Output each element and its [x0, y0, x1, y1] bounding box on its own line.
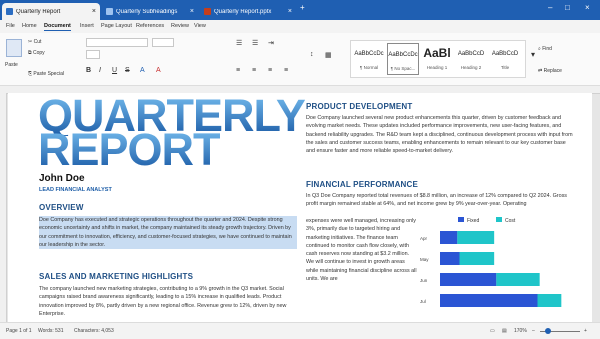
slides-doc-icon — [204, 8, 211, 15]
bold-button[interactable]: B — [86, 67, 91, 74]
bullets-icon[interactable]: ☰ — [236, 39, 242, 47]
style-title[interactable]: AaBbCcD Title — [489, 43, 521, 75]
revenue-chart[interactable]: Fixed Cost Apr May Jun Jul — [418, 213, 578, 317]
highlight-icon[interactable]: A — [156, 67, 161, 74]
menu-page-layout[interactable]: Page Layout — [101, 23, 132, 29]
style-heading-2[interactable]: AaBbCcD Heading 2 — [455, 43, 487, 75]
category-label: Jun — [420, 278, 428, 283]
overview-heading: OVERVIEW — [39, 203, 84, 212]
legend-label-cost: Cost — [505, 218, 516, 224]
shading-icon[interactable]: ▦ — [325, 51, 332, 59]
vertical-ruler[interactable] — [0, 93, 7, 322]
menu-file[interactable]: File — [6, 23, 15, 29]
document-page[interactable]: QUARTERLY REPORT John Doe LEAD FINANCIAL… — [8, 93, 592, 322]
styles-more-icon[interactable]: ▾ — [531, 50, 535, 59]
close-tab-icon[interactable]: × — [288, 8, 292, 15]
maximize-icon[interactable]: □ — [565, 3, 570, 12]
paste-icon[interactable] — [6, 39, 22, 57]
justify-icon[interactable]: ≡ — [284, 67, 288, 74]
styles-gallery: AaBbCcDc ¶ Normal AaBbCcDc ¶ No Spac... … — [350, 40, 526, 78]
find-button[interactable]: ⌕ Find — [538, 46, 552, 52]
close-tab-icon[interactable]: × — [92, 8, 96, 15]
bar-fixed-jul[interactable] — [440, 294, 538, 307]
tab-quarterly-subheadings[interactable]: Quarterly Subheadings × — [102, 3, 198, 20]
title-report: REPORT — [38, 124, 221, 175]
legend-swatch-fixed — [458, 217, 464, 222]
legend-label-fixed: Fixed — [467, 218, 479, 224]
print-layout-icon[interactable]: ▤ — [502, 328, 507, 334]
close-tab-icon[interactable]: × — [190, 8, 194, 15]
char-count[interactable]: Characters: 4,053 — [74, 328, 114, 334]
numbering-icon[interactable]: ☰ — [252, 39, 258, 47]
author-role: LEAD FINANCIAL ANALYST — [39, 187, 112, 193]
font-size-select[interactable] — [152, 38, 174, 47]
word-doc-icon — [106, 8, 113, 15]
category-label: Apr — [420, 236, 428, 241]
product-paragraph[interactable]: Doe Company launched several new product… — [306, 114, 574, 155]
bar-cost-may[interactable] — [459, 252, 495, 265]
menu-references[interactable]: References — [136, 23, 164, 29]
status-bar: Page 1 of 1 Words: 531 Characters: 4,053… — [0, 322, 600, 339]
zoom-out-icon[interactable]: – — [532, 328, 535, 334]
style-heading-1[interactable]: AaBl Heading 1 — [421, 43, 453, 75]
tab-quarterly-pptx[interactable]: Quarterly Report.pptx × — [200, 3, 296, 20]
menu-view[interactable]: View — [194, 23, 206, 29]
category-label: Jul — [420, 299, 426, 304]
financial-heading: FINANCIAL PERFORMANCE — [306, 180, 419, 189]
zoom-level[interactable]: 170% — [514, 328, 527, 334]
tab-quarterly-report[interactable]: Quarterly Report × — [2, 3, 100, 20]
new-tab-icon[interactable]: + — [300, 3, 305, 12]
underline-button[interactable]: U — [112, 67, 117, 74]
bar-fixed-jun[interactable] — [440, 273, 497, 286]
zoom-in-icon[interactable]: + — [584, 328, 587, 334]
bar-fixed-may[interactable] — [440, 252, 460, 265]
sales-heading: SALES AND MARKETING HIGHLIGHTS — [39, 272, 194, 281]
italic-button[interactable]: I — [99, 67, 101, 74]
align-right-icon[interactable]: ≡ — [268, 67, 272, 74]
read-mode-icon[interactable]: ▭ — [490, 328, 495, 334]
menu-document[interactable]: Document — [44, 23, 71, 31]
product-heading: PRODUCT DEVELOPMENT — [306, 102, 413, 111]
overview-paragraph[interactable]: Doe Company has executed and strategic o… — [39, 216, 297, 250]
paste-special-button[interactable]: ⎘ Paste Special — [28, 71, 64, 77]
indent-icon[interactable]: ⇥ — [268, 39, 274, 47]
align-center-icon[interactable]: ≡ — [252, 67, 256, 74]
word-count[interactable]: Words: 531 — [38, 328, 63, 334]
bar-cost-apr[interactable] — [457, 231, 495, 244]
bar-cost-jun[interactable] — [496, 273, 540, 286]
font-family-select[interactable] — [86, 38, 148, 47]
style-normal[interactable]: AaBbCcDc ¶ Normal — [353, 43, 385, 75]
copy-button[interactable]: ⧉ Copy — [28, 50, 45, 56]
bar-fixed-apr[interactable] — [440, 231, 458, 244]
font-color-icon[interactable]: A — [140, 67, 145, 74]
style-no-spacing[interactable]: AaBbCcDc ¶ No Spac... — [387, 43, 419, 75]
cut-button[interactable]: ✂ Cut — [28, 39, 41, 45]
category-label: May — [420, 257, 429, 262]
legend-swatch-cost — [496, 217, 502, 222]
close-window-icon[interactable]: × — [585, 3, 590, 12]
paste-button[interactable]: Paste — [5, 62, 18, 68]
replace-button[interactable]: ⇄ Replace — [538, 68, 562, 74]
minimize-icon[interactable]: – — [548, 3, 552, 12]
sales-paragraph[interactable]: The company launched new marketing strat… — [39, 285, 297, 318]
author-name: John Doe — [39, 173, 85, 184]
page-count[interactable]: Page 1 of 1 — [6, 328, 32, 334]
align-left-icon[interactable]: ≡ — [236, 67, 240, 74]
zoom-slider-thumb[interactable] — [545, 328, 551, 334]
bar-cost-jul[interactable] — [537, 294, 562, 307]
menu-home[interactable]: Home — [22, 23, 37, 29]
financial-paragraph-wrap[interactable]: expenses were well managed, increasing o… — [306, 217, 418, 283]
grow-font-button[interactable] — [86, 50, 100, 59]
strike-button[interactable]: S — [125, 67, 130, 74]
menu-bar: File Home Document Insert Page Layout Re… — [0, 20, 600, 33]
title-bar: Quarterly Report × Quarterly Subheadings… — [0, 0, 600, 20]
menu-insert[interactable]: Insert — [80, 23, 94, 29]
word-doc-icon — [6, 8, 13, 15]
financial-paragraph-intro[interactable]: In Q3 Doe Company reported total revenue… — [306, 192, 574, 209]
menu-review[interactable]: Review — [171, 23, 189, 29]
line-spacing-icon[interactable]: ↕ — [310, 51, 314, 58]
